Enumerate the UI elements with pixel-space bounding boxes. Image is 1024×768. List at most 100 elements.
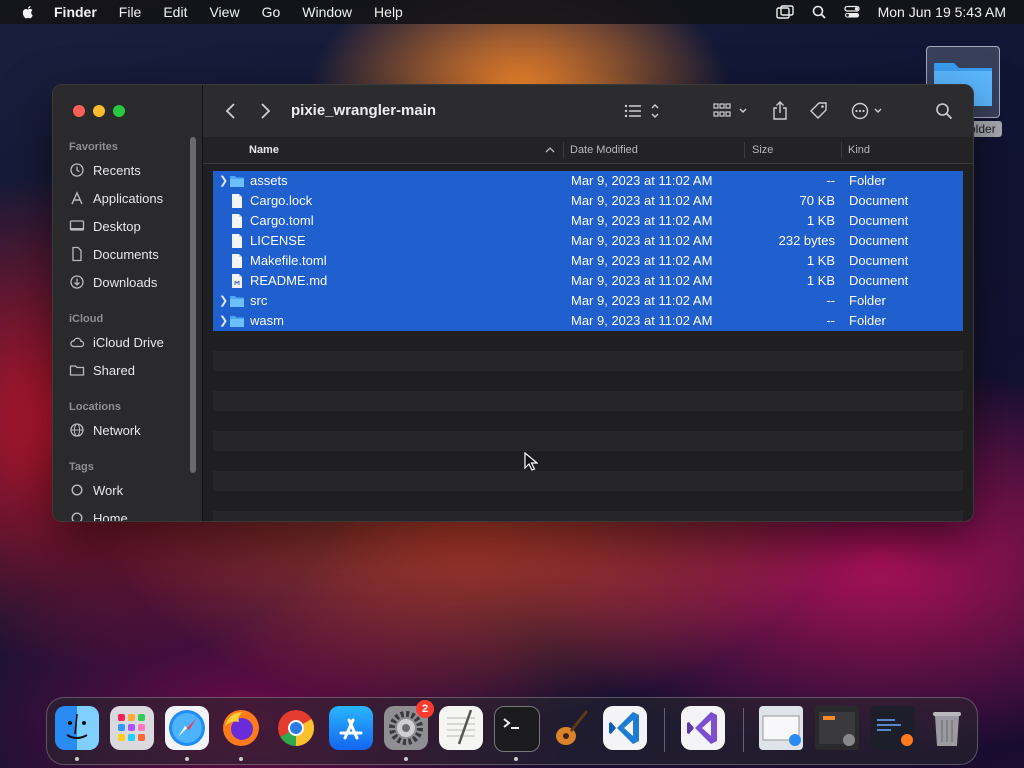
running-indicator — [239, 757, 243, 761]
sidebar-item-downloads[interactable]: Downloads — [69, 271, 157, 293]
screen-mirroring-icon[interactable] — [775, 5, 794, 19]
tag-button[interactable] — [809, 101, 829, 121]
file-row-src[interactable]: ❯ src Mar 9, 2023 at 11:02 AM -- Folder — [213, 291, 963, 311]
file-date: Mar 9, 2023 at 11:02 AM — [571, 273, 713, 288]
textedit-pen-icon — [447, 709, 475, 745]
visual-studio-icon — [687, 712, 717, 744]
back-button[interactable] — [225, 101, 237, 121]
sidebar-scrollbar[interactable] — [190, 137, 196, 473]
control-center-icon[interactable] — [843, 5, 860, 19]
dock-separator — [664, 708, 665, 752]
sidebar-item-tag-home[interactable]: Home — [69, 507, 128, 521]
dock-safari[interactable] — [165, 706, 209, 750]
file-name: Cargo.toml — [250, 213, 314, 228]
disclosure-triangle[interactable]: ❯ — [219, 294, 228, 307]
running-indicator — [185, 757, 189, 761]
column-divider[interactable] — [744, 142, 745, 158]
sidebar-item-documents[interactable]: Documents — [69, 243, 159, 265]
minimize-button[interactable] — [93, 105, 105, 117]
file-kind: Document — [849, 193, 909, 208]
sidebar-item-icloud-drive[interactable]: iCloud Drive — [69, 331, 164, 353]
share-button[interactable] — [771, 101, 789, 121]
apple-menu-icon[interactable] — [20, 4, 36, 20]
sidebar-item-label: Shared — [93, 362, 135, 378]
sidebar-item-applications[interactable]: Applications — [69, 187, 163, 209]
dock-textedit[interactable] — [439, 706, 483, 750]
file-row-cargo-toml[interactable]: Cargo.toml Mar 9, 2023 at 11:02 AM 1 KB … — [213, 211, 963, 231]
dock-trash[interactable] — [925, 706, 969, 750]
menu-window[interactable]: Window — [302, 4, 352, 20]
file-row-cargo-lock[interactable]: Cargo.lock Mar 9, 2023 at 11:02 AM 70 KB… — [213, 191, 963, 211]
sidebar-item-shared[interactable]: Shared — [69, 359, 135, 381]
menu-go[interactable]: Go — [262, 4, 281, 20]
sidebar-item-desktop[interactable]: Desktop — [69, 215, 141, 237]
dock-firefox[interactable] — [219, 706, 263, 750]
file-date: Mar 9, 2023 at 11:02 AM — [571, 193, 713, 208]
column-name[interactable]: Name — [249, 144, 279, 156]
window-thumbnail-icon — [819, 712, 855, 746]
dock-app-store[interactable] — [329, 706, 373, 750]
file-date: Mar 9, 2023 at 11:02 AM — [571, 313, 713, 328]
more-actions-button[interactable] — [851, 101, 887, 121]
file-kind: Document — [849, 253, 909, 268]
sidebar-item-network[interactable]: Network — [69, 419, 141, 441]
file-name: Makefile.toml — [250, 253, 327, 268]
file-row-license[interactable]: LICENSE Mar 9, 2023 at 11:02 AM 232 byte… — [213, 231, 963, 251]
file-row-assets[interactable]: ❯ assets Mar 9, 2023 at 11:02 AM -- Fold… — [213, 171, 963, 191]
empty-row — [213, 391, 963, 411]
column-divider[interactable] — [841, 142, 842, 158]
dock-visual-studio[interactable] — [681, 706, 725, 750]
dock-minimized-window[interactable] — [815, 706, 859, 750]
close-button[interactable] — [73, 105, 85, 117]
folder-icon — [230, 296, 244, 307]
menu-edit[interactable]: Edit — [163, 4, 187, 20]
dock-garageband[interactable] — [549, 706, 593, 750]
running-indicator — [514, 757, 518, 761]
dock-launchpad[interactable] — [110, 706, 154, 750]
dock-finder[interactable] — [55, 706, 99, 750]
chrome-icon — [278, 710, 315, 746]
view-list-button[interactable] — [623, 101, 663, 121]
disclosure-triangle[interactable]: ❯ — [219, 314, 228, 327]
empty-row — [213, 471, 963, 491]
dock-system-settings[interactable]: 2 — [384, 700, 434, 750]
menu-finder[interactable]: Finder — [54, 4, 97, 20]
maximize-button[interactable] — [113, 105, 125, 117]
vscode-icon — [609, 712, 639, 744]
running-indicator — [75, 757, 79, 761]
file-size: -- — [826, 173, 835, 188]
launchpad-grid-icon — [118, 714, 145, 741]
sidebar-item-tag-work[interactable]: Work — [69, 479, 123, 501]
dock-terminal[interactable] — [494, 706, 540, 752]
search-button[interactable] — [935, 101, 953, 121]
sort-ascending-icon[interactable] — [545, 146, 555, 154]
dock-chrome[interactable] — [274, 706, 318, 750]
file-row-readme-md[interactable]: README.md Mar 9, 2023 at 11:02 AM 1 KB D… — [213, 271, 963, 291]
firefox-icon — [223, 710, 259, 746]
menubar-clock[interactable]: Mon Jun 19 5:43 AM — [878, 4, 1006, 20]
dock-minimized-window[interactable] — [759, 706, 803, 750]
sidebar-item-label: Recents — [93, 162, 141, 178]
group-button[interactable] — [713, 101, 749, 121]
dock-minimized-window[interactable] — [871, 706, 915, 750]
sidebar-item-recents[interactable]: Recents — [69, 159, 141, 181]
sidebar-item-label: Applications — [93, 190, 164, 206]
spotlight-search-icon[interactable] — [812, 5, 826, 19]
column-size[interactable]: Size — [752, 144, 773, 156]
menu-file[interactable]: File — [119, 4, 142, 20]
column-date-modified[interactable]: Date Modified — [570, 144, 638, 156]
dock: 2 — [46, 697, 978, 765]
sidebar-item-label: Documents — [93, 246, 159, 262]
forward-button[interactable] — [259, 101, 271, 121]
sidebar: Favorites Recents Applications Desktop D… — [53, 85, 203, 521]
column-kind[interactable]: Kind — [848, 144, 870, 156]
menu-help[interactable]: Help — [374, 4, 403, 20]
dock-vscode[interactable] — [603, 706, 647, 750]
file-row-makefile-toml[interactable]: Makefile.toml Mar 9, 2023 at 11:02 AM 1 … — [213, 251, 963, 271]
menu-view[interactable]: View — [209, 4, 239, 20]
file-name: assets — [250, 173, 288, 188]
dock-separator — [743, 708, 744, 752]
column-divider[interactable] — [563, 142, 564, 158]
file-row-wasm[interactable]: ❯ wasm Mar 9, 2023 at 11:02 AM -- Folder — [213, 311, 963, 331]
disclosure-triangle[interactable]: ❯ — [219, 174, 228, 187]
